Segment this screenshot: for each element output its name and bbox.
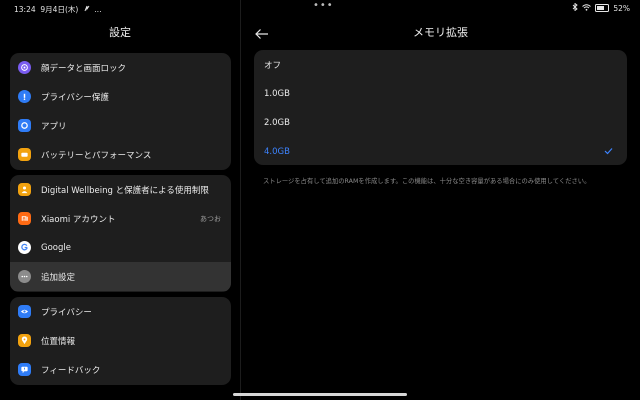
settings-item-privacy[interactable]: プライバシー — [10, 297, 231, 326]
option-label: 4.0GB — [264, 146, 290, 157]
settings-group-privacy: プライバシー 位置情報 フィードバック — [10, 297, 231, 385]
memory-options-list: オフ 1.0GB 2.0GB 4.0GB — [254, 50, 627, 165]
battery-percent: 52% — [613, 3, 630, 13]
battery-icon — [18, 148, 31, 161]
google-icon — [18, 241, 31, 254]
item-label: 顔データと画面ロック — [41, 63, 127, 74]
settings-item-location[interactable]: 位置情報 — [10, 326, 231, 355]
option-label: オフ — [264, 60, 282, 71]
settings-item-google[interactable]: Google — [10, 233, 231, 262]
item-label: 追加設定 — [41, 272, 76, 283]
digital-wellbeing-icon — [18, 183, 31, 196]
option-4gb[interactable]: 4.0GB — [254, 137, 627, 166]
memory-extension-pane: メモリ拡張 オフ 1.0GB 2.0GB 4.0GB ストレージを占有して追加の… — [241, 16, 640, 400]
home-indicator[interactable] — [233, 393, 407, 396]
item-label: Google — [41, 242, 71, 253]
option-2gb[interactable]: 2.0GB — [254, 108, 627, 137]
item-label: Digital Wellbeing と保護者による使用制限 — [41, 185, 209, 196]
settings-group-security: 顔データと画面ロック プライバシー保護 アプリ バッテリーとパフォーマンス — [10, 53, 231, 170]
additional-settings-icon — [18, 270, 31, 283]
location-icon — [18, 334, 31, 347]
status-center-dots: ••• — [313, 0, 334, 11]
option-label: 2.0GB — [264, 117, 290, 128]
settings-item-battery[interactable]: バッテリーとパフォーマンス — [10, 140, 231, 169]
feedback-icon — [18, 363, 31, 376]
item-label: 位置情報 — [41, 336, 76, 347]
status-time: 13:24 — [14, 5, 36, 14]
item-label: プライバシー保護 — [41, 92, 109, 103]
status-bar: 13:24 9月4日(木) … ••• 52% — [0, 0, 640, 16]
battery-level-icon — [595, 4, 610, 12]
settings-item-face-lock[interactable]: 顔データと画面ロック — [10, 53, 231, 82]
page-title: 設定 — [109, 26, 131, 39]
memory-extension-description: ストレージを占有して追加のRAMを作成します。この機能は、十分な空き容量がある場… — [263, 178, 591, 185]
option-off[interactable]: オフ — [254, 50, 627, 79]
apps-icon — [18, 119, 31, 132]
settings-item-feedback[interactable]: フィードバック — [10, 355, 231, 384]
item-label: Xiaomi アカウント — [41, 214, 116, 225]
detail-title: メモリ拡張 — [413, 26, 468, 39]
settings-item-additional-settings[interactable]: 追加設定 — [10, 262, 231, 291]
settings-item-privacy-protection[interactable]: プライバシー保護 — [10, 82, 231, 111]
status-extra: … — [94, 5, 102, 14]
privacy-eye-icon — [18, 305, 31, 318]
settings-item-apps[interactable]: アプリ — [10, 111, 231, 140]
nfc-icon — [84, 5, 90, 14]
item-label: アプリ — [41, 121, 67, 132]
status-date: 9月4日(木) — [40, 5, 79, 14]
privacy-protection-icon — [18, 90, 31, 103]
item-label: バッテリーとパフォーマンス — [41, 150, 152, 161]
settings-list-pane: 設定 顔データと画面ロック プライバシー保護 アプリ バッテリーとパフォーマンス — [0, 16, 240, 400]
item-label: プライバシー — [41, 307, 92, 318]
wifi-icon — [582, 3, 592, 13]
bluetooth-icon — [572, 2, 578, 13]
xiaomi-account-icon — [18, 212, 31, 225]
settings-item-digital-wellbeing[interactable]: Digital Wellbeing と保護者による使用制限 — [10, 175, 231, 204]
settings-group-accounts: Digital Wellbeing と保護者による使用制限 Xiaomi アカウ… — [10, 175, 231, 292]
settings-item-xiaomi-account[interactable]: Xiaomi アカウント あつお — [10, 204, 231, 233]
status-left: 13:24 9月4日(木) … — [14, 4, 102, 15]
face-lock-icon — [18, 61, 31, 74]
account-name: あつお — [200, 214, 221, 223]
item-label: フィードバック — [41, 365, 101, 376]
option-label: 1.0GB — [264, 88, 290, 99]
option-1gb[interactable]: 1.0GB — [254, 79, 627, 108]
checkmark-icon — [604, 147, 613, 155]
status-right: 52% — [572, 2, 630, 13]
